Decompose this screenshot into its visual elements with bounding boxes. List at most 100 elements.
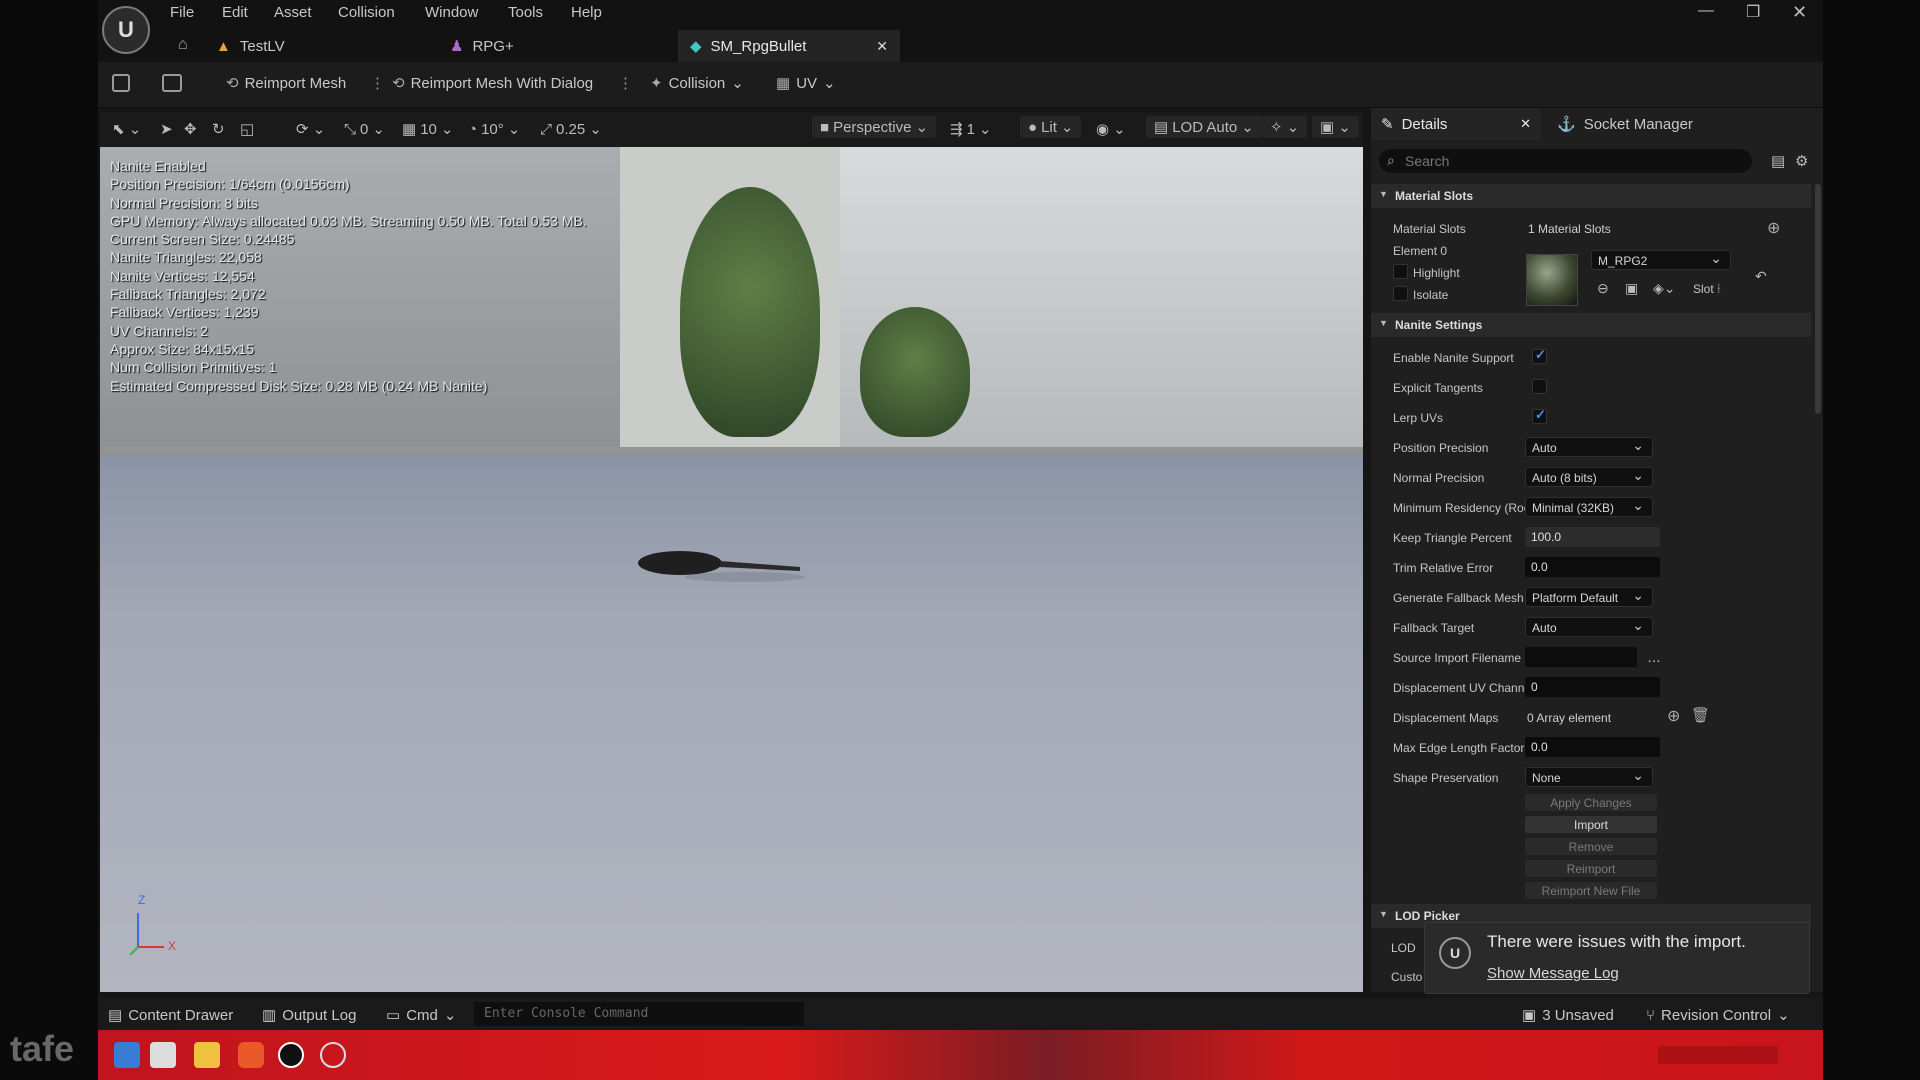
isolate-checkbox[interactable] [1393,286,1408,301]
unsaved-button[interactable]: ▣ 3 Unsaved [1522,1006,1614,1025]
tab-testlv[interactable]: ▲ TestLV [204,30,404,62]
start-icon[interactable] [114,1042,140,1068]
enable-nanite-checkbox[interactable] [1532,347,1547,364]
file-explorer-icon[interactable] [194,1042,220,1068]
section-material-slots[interactable]: Material Slots [1371,184,1811,208]
scale-snap-toggle[interactable]: ⤢ 0.25 ⌄ [540,120,602,139]
select-icon[interactable]: ➤ [160,120,173,138]
material-dropdown[interactable]: M_RPG2 [1591,250,1731,270]
surface-snap-toggle[interactable]: ⤡ 0 ⌄ [344,120,385,139]
tab-sm-rpgbullet[interactable]: ◆ SM_RpgBullet ✕ [678,30,900,62]
minimize-icon[interactable]: — [1698,2,1714,20]
show-flags-dropdown[interactable]: ◉ ⌄ [1096,120,1126,138]
close-window-icon[interactable]: ✕ [1792,2,1807,23]
menu-tools[interactable]: Tools [508,4,543,21]
max-edge-input[interactable]: 0.0 [1525,737,1660,757]
brave-browser-icon[interactable] [238,1042,264,1068]
uv-dropdown[interactable]: ▦ UV ⌄ [776,74,836,93]
menu-file[interactable]: File [170,4,194,21]
camera-speed-dropdown[interactable]: ⇶ 1 ⌄ [950,120,992,139]
trash-icon[interactable]: 🗑 [1691,706,1710,724]
settings-gear-icon[interactable]: ⚙ [1795,152,1808,170]
mesh-viewport[interactable]: Nanite Enabled Position Precision: 1/64c… [100,147,1363,992]
menu-help[interactable]: Help [571,4,602,21]
menu-collision[interactable]: Collision [338,4,395,21]
highlight-checkbox[interactable] [1393,264,1408,279]
explicit-tangents-checkbox[interactable] [1532,379,1547,394]
angle-snap-toggle[interactable]: ◔ 10° ⌄ [468,120,520,139]
lit-dropdown[interactable]: ● Lit ⌄ [1020,116,1082,138]
slot-field[interactable]: ⟊ [1717,280,1721,297]
reimport-mesh-button[interactable]: ⟲ Reimport Mesh [226,74,346,93]
chevron-down-icon: ⌄ [1060,119,1074,136]
unreal-logo-icon[interactable]: U [102,6,150,54]
normal-precision-dropdown[interactable]: Auto (8 bits) [1525,467,1653,487]
add-array-element-icon[interactable]: ⊕ [1667,706,1680,726]
restore-icon[interactable]: ❐ [1746,2,1760,22]
reset-icon[interactable]: ↶ [1755,268,1767,285]
reimport-new-file-button[interactable]: Reimport New File [1525,882,1657,899]
save-icon[interactable] [112,74,130,92]
folder-icon[interactable]: ▣ [1625,280,1638,297]
lerp-uvs-checkbox[interactable] [1532,407,1547,424]
min-residency-dropdown[interactable]: Minimal (32KB) [1525,497,1653,517]
keep-triangle-input[interactable]: 100.0 [1525,527,1660,547]
reimport-button[interactable]: Reimport [1525,860,1657,877]
browse-asset-icon[interactable] [162,74,182,92]
obs-icon[interactable] [320,1042,346,1068]
rotate-icon[interactable]: ↻ [212,120,225,138]
close-details-icon[interactable]: ✕ [1520,116,1531,132]
custom-label: Custo [1391,970,1423,984]
trim-error-input[interactable]: 0.0 [1525,557,1660,577]
tab-details[interactable]: ✎ Details ✕ [1371,108,1541,140]
material-options-icon[interactable]: ◈⌄ [1653,280,1676,297]
perspective-dropdown[interactable]: ■ Perspective ⌄ [812,116,937,138]
tab-rpg[interactable]: ♟ RPG+ [438,30,638,62]
task-view-icon[interactable] [150,1042,176,1068]
apply-changes-button[interactable]: Apply Changes [1525,794,1657,811]
home-icon[interactable]: ⌂ [178,36,188,54]
remove-button[interactable]: Remove [1525,838,1657,855]
lod-dropdown[interactable]: ▤ LOD Auto ⌄ [1146,116,1262,138]
tab-socket-manager[interactable]: ⚓ Socket Manager [1547,108,1727,140]
material-thumbnail[interactable] [1526,254,1578,306]
collision-dropdown[interactable]: ✦ Collision ⌄ [650,74,744,93]
shape-preservation-dropdown[interactable]: None [1525,767,1653,787]
details-search-input[interactable]: ⌕ Search [1379,149,1752,173]
browse-to-asset-icon[interactable]: ⊖ [1597,280,1609,297]
unreal-engine-taskbar-icon[interactable] [278,1042,304,1068]
menu-edit[interactable]: Edit [222,4,248,21]
disp-uv-input[interactable]: 0 [1525,677,1660,697]
console-input[interactable]: Enter Console Command [474,1002,804,1026]
output-log-button[interactable]: ▥ Output Log [262,1006,356,1025]
add-icon[interactable]: ⊕ [1767,218,1780,238]
viewport-layout-dropdown[interactable]: ▣ ⌄ [1312,116,1359,138]
revision-control-button[interactable]: ⑂ Revision Control ⌄ [1646,1006,1790,1025]
realtime-toggle[interactable]: ✧ ⌄ [1262,116,1308,138]
fallback-target-dropdown[interactable]: Auto [1525,617,1653,637]
reimport-options-icon[interactable]: ⋮ [370,74,385,92]
select-mode-icon[interactable]: ⬉ ⌄ [112,120,141,138]
close-tab-icon[interactable]: ✕ [876,38,888,55]
table-view-icon[interactable]: ▤ [1771,152,1785,170]
menu-window[interactable]: Window [425,4,478,21]
reimport-dialog-options-icon[interactable]: ⋮ [618,74,633,92]
reimport-with-dialog-button[interactable]: ⟲ Reimport Mesh With Dialog [392,74,593,93]
menu-asset[interactable]: Asset [274,4,312,21]
scale-icon[interactable]: ◱ [240,120,254,138]
browse-file-icon[interactable]: … [1647,649,1661,665]
translate-icon[interactable]: ✥ [184,120,197,138]
content-drawer-button[interactable]: ▤ Content Drawer [108,1006,233,1025]
details-scrollbar[interactable] [1815,184,1821,414]
import-button[interactable]: Import [1525,816,1657,833]
coordinate-system-icon[interactable]: ⟳ ⌄ [296,120,325,138]
position-precision-dropdown[interactable]: Auto [1525,437,1653,457]
blueprint-icon: ♟ [450,38,464,55]
system-tray[interactable] [1658,1046,1778,1064]
cmd-dropdown[interactable]: ▭ Cmd ⌄ [386,1006,456,1025]
grid-snap-toggle[interactable]: ▦ 10 ⌄ [402,120,453,139]
gen-fallback-dropdown[interactable]: Platform Default [1525,587,1653,607]
source-import-input[interactable] [1525,647,1637,667]
show-message-log-link[interactable]: Show Message Log [1487,965,1619,982]
section-nanite-settings[interactable]: Nanite Settings [1371,313,1811,337]
